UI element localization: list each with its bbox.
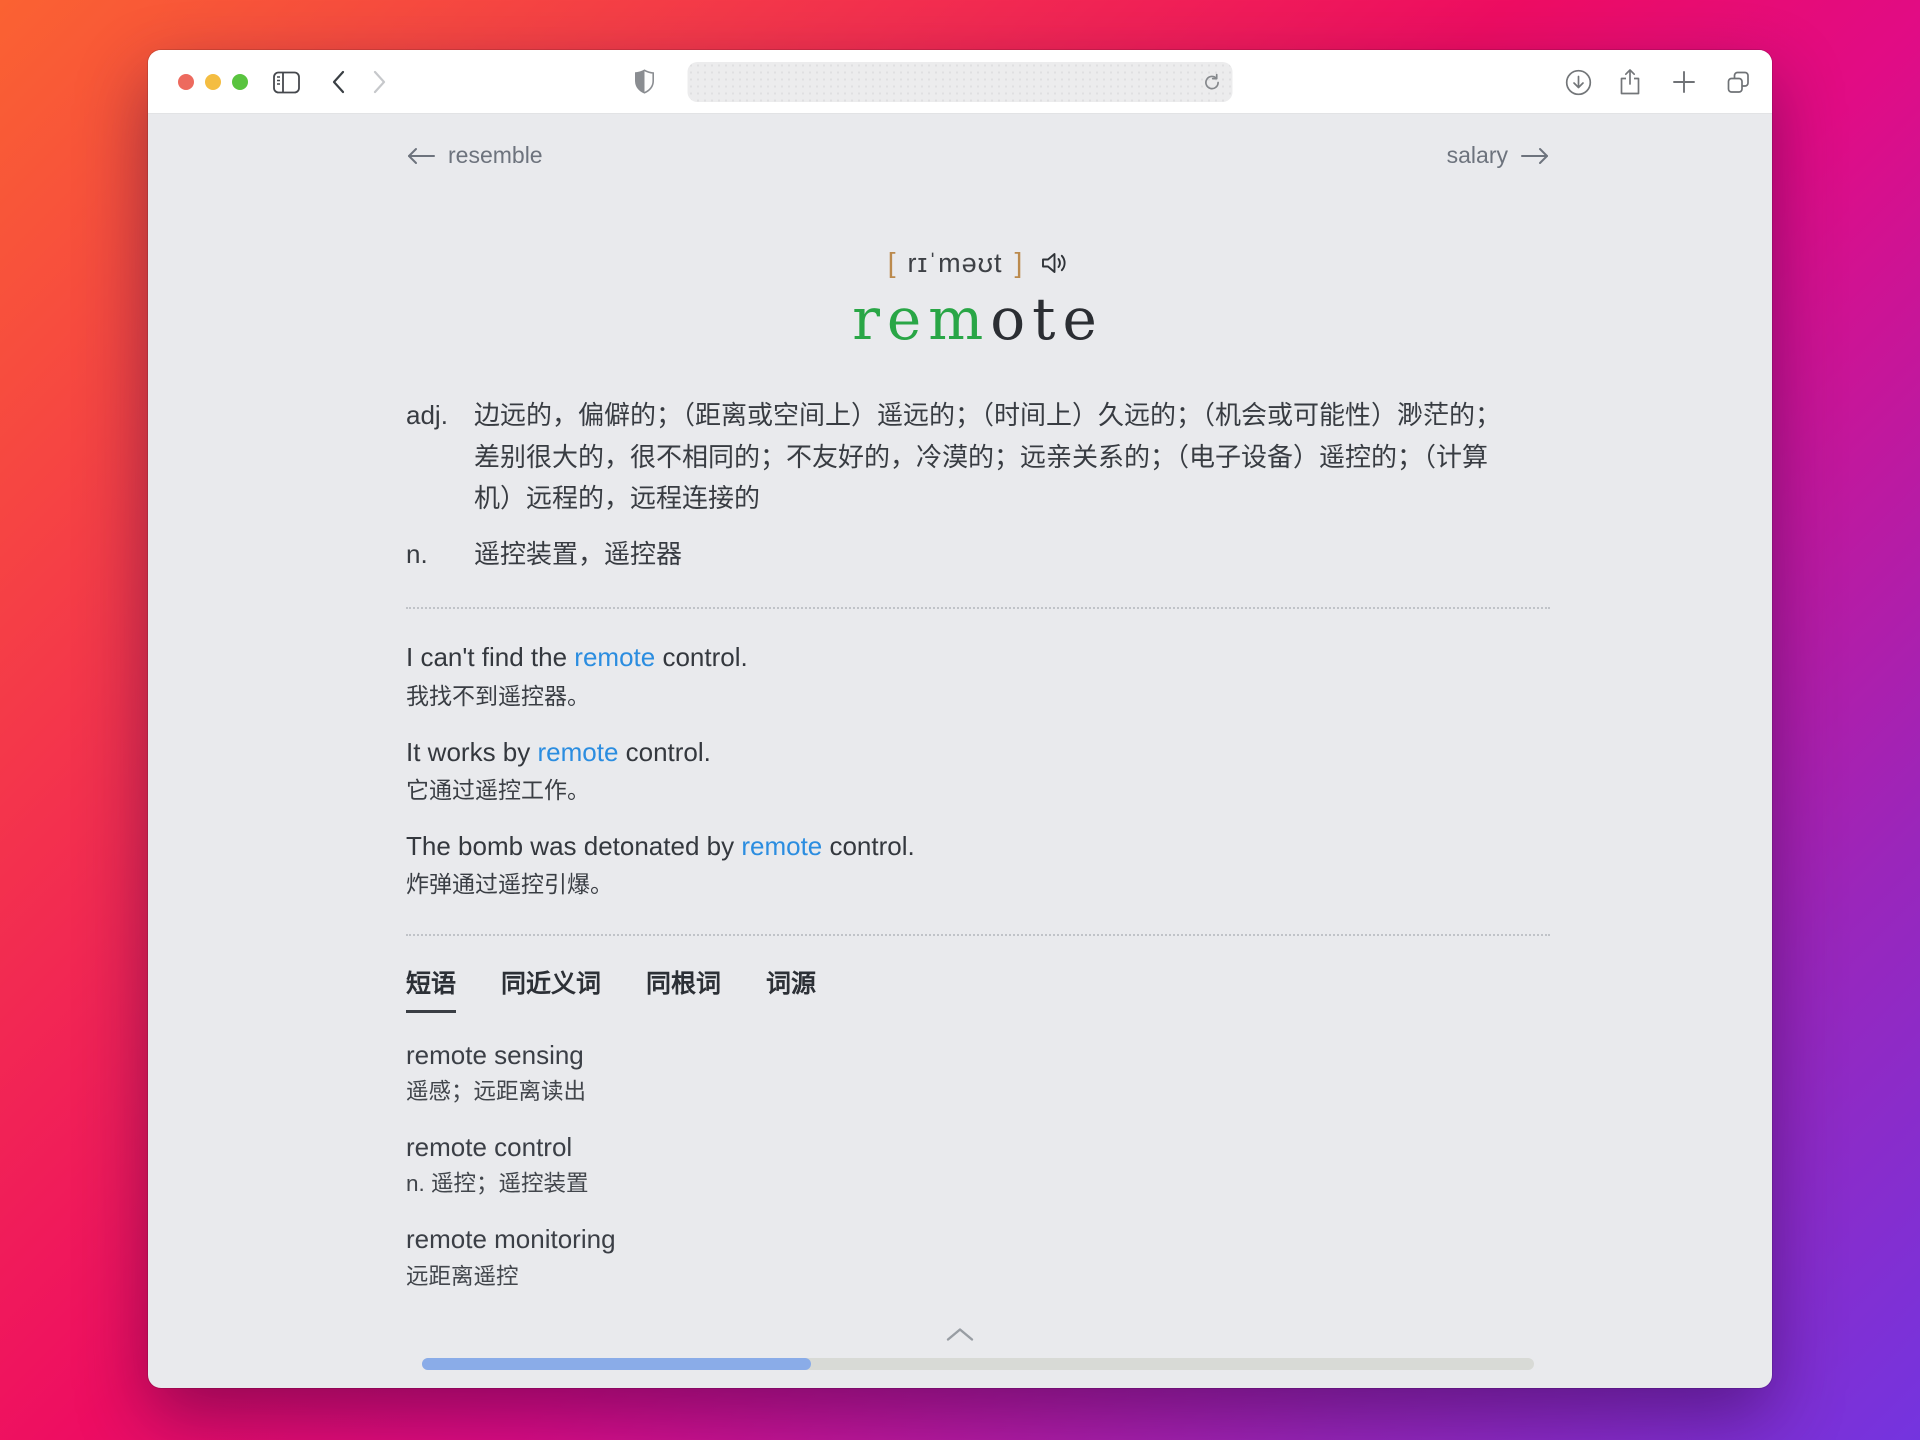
prev-word-link[interactable]: resemble [406,142,543,169]
phrase-chinese: n. 遥控；遥控装置 [406,1171,589,1197]
dotted-divider [406,933,1550,936]
example-text: It works by [406,736,538,767]
arrow-right-icon [1520,147,1550,165]
example-item: I can't find the remote control. 我找不到遥控器… [406,639,1550,713]
word-navigation: resemble salary [406,114,1550,169]
back-button-icon[interactable] [320,50,356,114]
example-text: I can't find the [406,642,575,673]
example-chinese: 它通过遥控工作。 [406,777,590,804]
arrow-left-icon [406,147,436,165]
tab-cognates[interactable]: 同根词 [646,964,721,1013]
section-tabs: 短语 同近义词 同根词 词源 [406,964,1550,1013]
phonetic-bracket-left: [ [887,247,896,278]
headword-highlight: rem [852,285,991,353]
dotted-divider [406,607,1550,610]
phrase-english[interactable]: remote sensing [406,1037,1550,1073]
example-text: control. [618,736,711,767]
page-content: resemble salary [ rɪˈməʊt ] remote adj. … [148,114,1772,1388]
example-keyword-link[interactable]: remote [537,737,618,767]
definition-text: 遥控装置，遥控器 [474,538,683,569]
example-item: The bomb was detonated by remote control… [406,828,1550,902]
example-text: control. [655,642,748,673]
phrase-english[interactable]: remote monitoring [406,1221,1550,1257]
headword-rest: ote [990,285,1104,353]
browser-window: resemble salary [ rɪˈməʊt ] remote adj. … [148,50,1772,1388]
example-sentences: I can't find the remote control. 我找不到遥控器… [406,639,1550,902]
headword: remote [406,285,1550,353]
phrase-item: remote control n. 遥控；遥控装置 [406,1129,1550,1201]
phrase-item: remote monitoring 远距离遥控 [406,1221,1550,1293]
new-tab-icon[interactable] [1666,50,1702,114]
next-word-label: salary [1446,142,1508,168]
definition-row: adj. 边远的，偏僻的；（距离或空间上）遥远的；（时间上）久远的；（机会或可能… [406,395,1550,520]
horizontal-scrollbar-track[interactable] [422,1358,1534,1370]
share-icon[interactable] [1612,50,1648,114]
tab-etymology[interactable]: 词源 [766,964,816,1013]
downloads-icon[interactable] [1560,50,1596,114]
example-item: It works by remote control. 它通过遥控工作。 [406,734,1550,808]
forward-button-icon[interactable] [362,50,398,114]
example-text: The bomb was detonated by [406,830,742,861]
example-keyword-link[interactable]: remote [574,642,655,672]
phonetic-row: [ rɪˈməʊt ] [406,247,1550,279]
next-word-link[interactable]: salary [1447,142,1550,169]
example-chinese: 炸弹通过遥控引爆。 [406,871,613,898]
traffic-lights [178,74,248,90]
example-chinese: 我找不到遥控器。 [406,683,590,710]
chevron-up-icon [945,1327,975,1342]
example-english: It works by remote control. [406,734,1550,772]
speaker-icon[interactable] [1040,250,1068,276]
example-english: I can't find the remote control. [406,639,1550,677]
tab-overview-icon[interactable] [1720,50,1756,114]
phrase-item: remote sensing 遥感；远距离读出 [406,1037,1550,1109]
example-keyword-link[interactable]: remote [741,831,822,861]
phrase-english[interactable]: remote control [406,1129,1550,1165]
browser-toolbar [148,50,1772,114]
pos-label: n. [406,538,428,569]
phrase-chinese: 远距离遥控 [406,1263,519,1289]
phonetic-bracket-right: ] [1014,247,1023,278]
scroll-to-top-button[interactable] [148,1327,1772,1342]
reload-icon[interactable] [1202,72,1223,93]
sidebar-toggle-icon[interactable] [266,50,306,114]
phonetic-text: rɪˈməʊt [907,247,1003,278]
prev-word-label: resemble [448,142,543,168]
tab-synonyms[interactable]: 同近义词 [501,964,601,1013]
tab-phrases[interactable]: 短语 [406,964,457,1013]
phrase-list: remote sensing 遥感；远距离读出 remote control n… [406,1037,1550,1293]
zoom-button[interactable] [232,74,248,90]
definition-text: 边远的，偏僻的；（距离或空间上）遥远的；（时间上）久远的；（机会或可能性）渺茫的… [474,400,1502,514]
address-bar[interactable] [687,62,1233,102]
example-text: control. [822,830,915,861]
horizontal-scrollbar-thumb[interactable] [422,1358,812,1370]
page-footer [148,1327,1772,1388]
minimize-button[interactable] [205,74,221,90]
privacy-shield-icon[interactable] [626,50,662,114]
example-english: The bomb was detonated by remote control… [406,828,1550,866]
definitions: adj. 边远的，偏僻的；（距离或空间上）遥远的；（时间上）久远的；（机会或可能… [406,395,1550,575]
pos-label: adj. [406,400,448,430]
close-button[interactable] [178,74,194,90]
phrase-chinese: 遥感；远距离读出 [406,1079,587,1105]
definition-row: n. 遥控装置，遥控器 [406,534,1550,576]
